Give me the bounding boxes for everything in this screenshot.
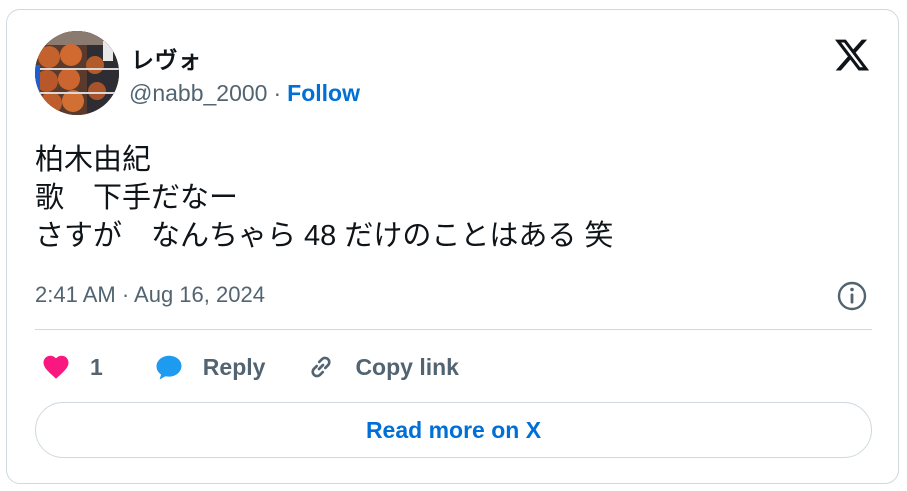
reply-label: Reply [202, 353, 266, 380]
tweet-text: 柏木由紀 歌 下手だなー さすが なんちゃら 48 だけのことはある 笑 [35, 141, 613, 255]
read-more-button[interactable]: Read more on X [35, 402, 872, 458]
tweet-line: さすが なんちゃら 48 だけのことはある 笑 [35, 220, 614, 252]
display-name[interactable]: レヴォ [131, 41, 202, 75]
user-handle[interactable]: @nabb_2000 [129, 80, 267, 107]
tweet-line: 柏木由紀 [35, 144, 152, 176]
like-count: 1 [90, 353, 103, 380]
tweet-card: レヴォ @nabb_2000 · Follow 柏木由紀 歌 下手だなー さすが… [6, 9, 899, 484]
tweet-timestamp[interactable]: 2:41 AM · Aug 16, 2024 [35, 282, 265, 308]
link-icon [305, 351, 337, 383]
copy-link-button[interactable]: Copy link [305, 351, 459, 383]
avatar-image [35, 31, 119, 115]
handle-separator: · [273, 80, 282, 106]
reply-button[interactable]: Reply [153, 352, 266, 382]
heart-icon [40, 352, 72, 382]
handle-row: @nabb_2000 · Follow [129, 80, 360, 107]
action-bar: 1 Reply Copy link [40, 347, 459, 387]
x-logo-icon[interactable] [832, 36, 872, 74]
divider [35, 329, 872, 330]
copy-link-label: Copy link [355, 353, 459, 380]
follow-button[interactable]: Follow [287, 80, 360, 107]
info-icon[interactable] [836, 280, 868, 312]
like-button[interactable]: 1 [40, 352, 103, 382]
reply-bubble-icon [153, 352, 185, 382]
read-more-label: Read more on X [365, 416, 542, 443]
avatar[interactable] [35, 31, 119, 115]
tweet-line: 歌 下手だなー [35, 182, 239, 214]
